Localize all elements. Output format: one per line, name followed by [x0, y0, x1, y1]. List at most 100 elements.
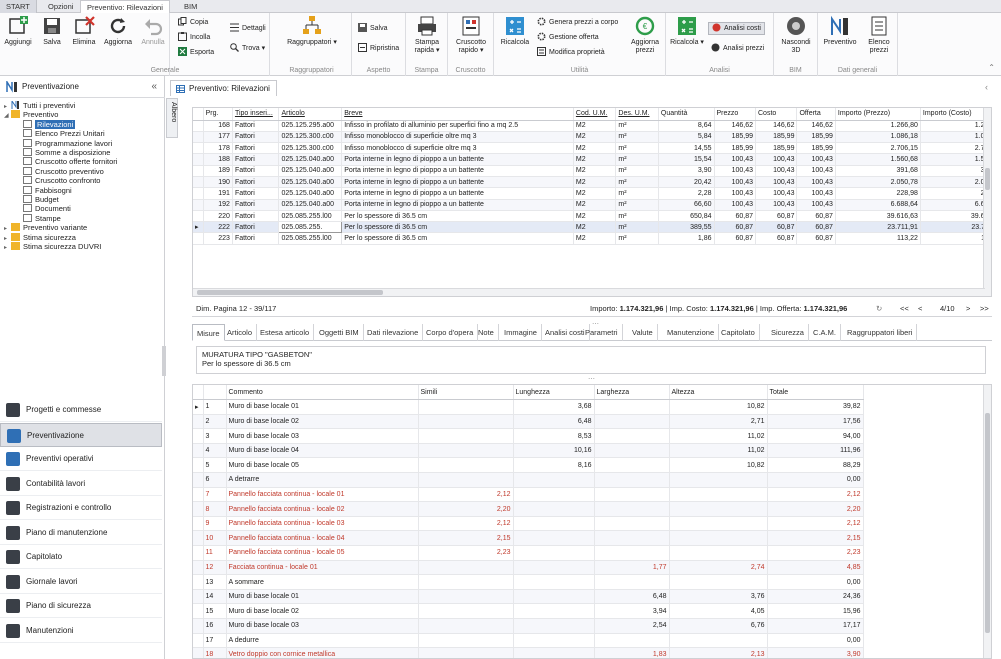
table-cell[interactable]: 2,12	[767, 487, 864, 503]
table-cell[interactable]: 1.560,68	[920, 153, 991, 166]
table-cell[interactable]: 7	[203, 487, 227, 503]
table-cell[interactable]: 391,68	[835, 165, 921, 177]
table-cell[interactable]	[594, 530, 670, 547]
table-cell[interactable]: Pannello facciata continua - locale 02	[226, 501, 419, 517]
table-cell[interactable]	[418, 603, 514, 619]
table-cell[interactable]: 5	[203, 457, 227, 474]
misure-vertical-scrollbar[interactable]	[983, 385, 991, 658]
table-cell[interactable]: 60,87	[714, 210, 757, 223]
tab-bim[interactable]: BIM	[178, 0, 203, 13]
table-cell[interactable]: 2,20	[418, 501, 514, 517]
aggiorna-prezzi-button[interactable]: € Aggiorna prezzi	[626, 15, 664, 55]
table-cell[interactable]: 025.125.040.a00	[278, 199, 343, 211]
scroll-thumb[interactable]	[985, 413, 990, 633]
table-cell[interactable]: 222	[203, 221, 233, 234]
tree-item[interactable]: ▸ Stima sicurezza DUVRI	[4, 242, 101, 252]
column-header[interactable]: Commento	[226, 385, 419, 401]
table-cell[interactable]: 8,53	[513, 428, 595, 444]
aspetto-salva-button[interactable]: Salva	[358, 23, 388, 34]
table-cell[interactable]: 2,54	[594, 618, 670, 634]
expand-arrow-icon[interactable]: ◢	[4, 111, 11, 121]
table-cell[interactable]	[418, 443, 514, 459]
table-cell[interactable]: M2	[573, 210, 617, 223]
table-cell[interactable]: 228,98	[920, 187, 991, 200]
table-cell[interactable]: 5,84	[658, 131, 715, 144]
table-cell[interactable]: 025.085.255.	[278, 221, 343, 234]
table-cell[interactable]: 185,99	[796, 142, 836, 155]
table-cell[interactable]: Infisso monoblocco di superficie oltre m…	[341, 142, 574, 155]
table-cell[interactable]: 4,05	[669, 603, 768, 619]
table-cell[interactable]: m²	[615, 153, 659, 166]
table-cell[interactable]: Fattori	[232, 153, 280, 166]
table-cell[interactable]: 100,43	[755, 187, 798, 200]
table-cell[interactable]: 60,87	[714, 232, 757, 245]
table-cell[interactable]: Porta interne in legno di pioppo a un ba…	[341, 176, 574, 189]
table-row[interactable]: 9 Pannello facciata continua - locale 03 2…	[193, 516, 864, 532]
table-row[interactable]: 189 Fattori 025.125.040.a00 Porta interne i…	[193, 165, 991, 177]
table-cell[interactable]: 391,68	[920, 165, 991, 177]
table-cell[interactable]: m²	[615, 199, 659, 211]
table-cell[interactable]: 2,23	[418, 545, 514, 561]
table-cell[interactable]	[513, 633, 595, 649]
table-row[interactable]: ▸ 1 Muro di base locale 01 3,68 10,82 39,82	[193, 399, 864, 415]
nav-item-piano-di-manutenzione[interactable]: Piano di manutenzione	[0, 521, 162, 545]
table-cell[interactable]: 025.085.255.l00	[278, 210, 343, 223]
table-cell[interactable]: 100,43	[714, 165, 757, 177]
table-cell[interactable]	[418, 457, 514, 474]
table-cell[interactable]: 223	[203, 232, 233, 245]
table-cell[interactable]: m²	[615, 232, 659, 245]
table-row[interactable]: 3 Muro di base locale 03 8,53 11,02 94,00	[193, 428, 864, 444]
table-cell[interactable]	[594, 545, 670, 561]
table-cell[interactable]: 146,62	[755, 120, 798, 132]
table-cell[interactable]: 2,71	[669, 414, 768, 430]
elenco-prezzi-button[interactable]: Elenco prezzi	[862, 15, 896, 55]
table-cell[interactable]: 18	[203, 647, 227, 658]
table-cell[interactable]: 100,43	[755, 165, 798, 177]
table-cell[interactable]: 1,83	[594, 647, 670, 658]
nav-item-piano-di-sicurezza[interactable]: Piano di sicurezza	[0, 594, 162, 618]
ripristina-button[interactable]: Ripristina	[358, 43, 399, 54]
table-cell[interactable]: 10,82	[669, 457, 768, 474]
table-row[interactable]: 12 Facciata continua - locale 01 1,77 2,74 4…	[193, 560, 864, 576]
table-cell[interactable]: Fattori	[232, 210, 280, 223]
table-cell[interactable]: 168	[203, 120, 233, 132]
table-cell[interactable]: 60,87	[796, 221, 836, 234]
table-cell[interactable]: 6,48	[594, 589, 670, 605]
table-row[interactable]: 188 Fattori 025.125.040.a00 Porta interne i…	[193, 153, 991, 166]
table-cell[interactable]: 100,43	[796, 176, 836, 189]
column-header[interactable]: Importo (Prezzo)	[835, 108, 921, 121]
tab-estesa-articolo[interactable]: Estesa articolo	[256, 324, 315, 341]
table-cell[interactable]: Vetro doppio con cornice metallica	[226, 647, 419, 658]
nav-item-preventivi-operativi[interactable]: Preventivi operativi	[0, 447, 162, 471]
table-row[interactable]: 11 Pannello facciata continua - locale 05…	[193, 545, 864, 561]
table-row[interactable]: 17 A dedurre 0,00	[193, 633, 864, 649]
prev-page-button[interactable]: <	[918, 300, 922, 317]
table-cell[interactable]: 6.688,64	[920, 199, 991, 211]
table-cell[interactable]: 025.125.295.a00	[278, 120, 343, 132]
table-cell[interactable]: 2	[203, 414, 227, 430]
table-cell[interactable]: 025.085.255.l00	[278, 232, 343, 245]
table-cell[interactable]: 2,23	[767, 545, 864, 561]
table-cell[interactable]	[513, 560, 595, 576]
table-cell[interactable]: 6,48	[513, 414, 595, 430]
column-header[interactable]: Prg.	[203, 108, 233, 121]
tab-articolo[interactable]: Articolo	[223, 324, 258, 341]
table-cell[interactable]: 3,90	[767, 647, 864, 658]
table-cell[interactable]: 1.266,80	[920, 120, 991, 132]
table-cell[interactable]: m²	[615, 131, 659, 144]
table-cell[interactable]: M2	[573, 165, 617, 177]
table-cell[interactable]: 2,12	[418, 487, 514, 503]
table-cell[interactable]: 1.086,18	[920, 131, 991, 144]
tab-oggetti-bim[interactable]: Oggetti BIM	[315, 324, 364, 341]
table-cell[interactable]: M2	[573, 221, 617, 234]
stampa-rapida-button[interactable]: Stampa rapida ▾	[409, 15, 445, 55]
table-cell[interactable]: 100,43	[714, 176, 757, 189]
elimina-button[interactable]: Elimina	[70, 15, 98, 47]
nascondi-3d-button[interactable]: Nascondi 3D	[778, 15, 814, 55]
table-cell[interactable]: 14,55	[658, 142, 715, 155]
table-cell[interactable]: 025.125.040.a00	[278, 153, 343, 166]
table-cell[interactable]: 389,55	[658, 221, 715, 234]
table-cell[interactable]: 178	[203, 142, 233, 155]
table-cell[interactable]: 0,00	[767, 472, 864, 488]
column-header[interactable]: Totale	[767, 385, 864, 401]
